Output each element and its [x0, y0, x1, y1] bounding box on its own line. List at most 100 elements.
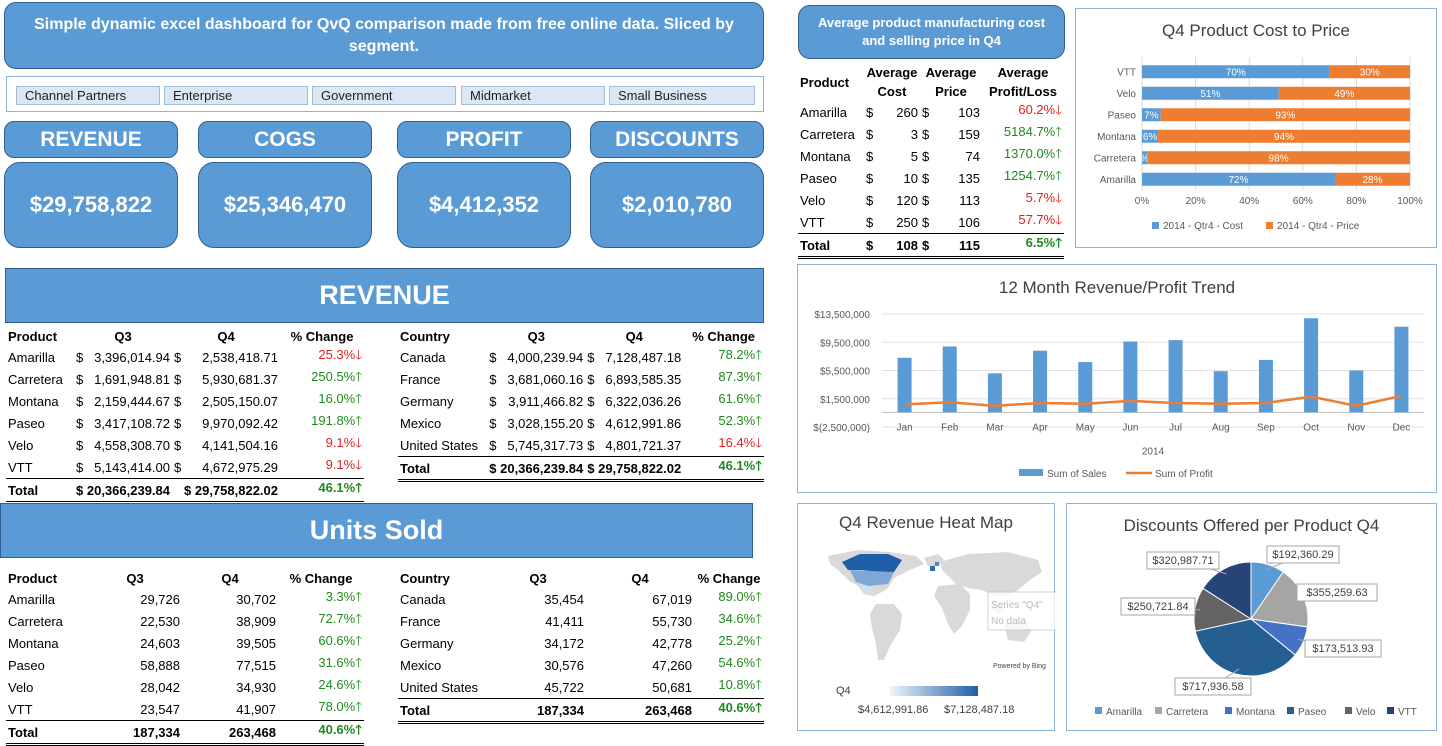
- q4-value: 2,538,418.71: [202, 349, 278, 365]
- q3-value: 3,396,014.94: [94, 349, 170, 365]
- legend-label: VTT: [1398, 707, 1417, 718]
- avg-cost-row: Carretera $3 $159 5184.7%🡑: [798, 123, 1064, 145]
- legend-profit: Sum of Profit: [1155, 469, 1213, 480]
- currency-symbol: $: [489, 371, 497, 387]
- dashboard-title: Simple dynamic excel dashboard for QvQ c…: [4, 2, 764, 69]
- avg-cost-row: Velo $120 $113 5.7%🡓: [798, 189, 1064, 211]
- row-name: Germany: [400, 393, 454, 409]
- pct-change: 25.2%🡑: [694, 632, 764, 654]
- up-arrow-icon: 🡑: [355, 413, 362, 428]
- y-tick-label: $1,500,000: [820, 395, 870, 406]
- up-arrow-icon: 🡑: [1055, 146, 1062, 161]
- units-section-header: Units Sold: [0, 503, 753, 558]
- currency-symbol: $: [174, 371, 182, 387]
- avg-profit-value: 1254.7%🡑: [982, 167, 1064, 189]
- currency-symbol: $: [489, 349, 497, 365]
- avg-total-price: 115: [934, 233, 982, 259]
- pie-data-label: $250,721.84: [1127, 601, 1188, 613]
- kpi-profit-value: $4,412,352: [397, 162, 571, 248]
- total-label: Total: [6, 720, 88, 746]
- q4-value: 9,970,092.42: [202, 415, 278, 431]
- currency-symbol: $: [587, 371, 595, 387]
- heat-map-chart: Q4 Revenue Heat Map Series "Q4" No data …: [797, 503, 1056, 731]
- q3-value: 5,745,317.73: [507, 437, 584, 453]
- legend-swatch: [1225, 707, 1232, 714]
- currency-symbol: $: [866, 148, 874, 164]
- x-tick-label: 0%: [1135, 196, 1150, 207]
- legend-swatch: [1287, 707, 1294, 714]
- total-row: Total 187,334 263,468 40.6%🡑: [398, 698, 764, 724]
- table-row: Mexico $3,028,155.20 $4,612,991.86 52.3%🡑: [398, 412, 764, 434]
- kpi-discounts-label: DISCOUNTS: [590, 121, 764, 158]
- pct-change-value: 61.6%: [718, 391, 756, 406]
- slicer-midmarket[interactable]: Midmarket: [461, 86, 605, 105]
- q3-value: 4,000,239.94: [507, 349, 584, 365]
- currency-symbol: $: [866, 214, 874, 230]
- slicer-small-business[interactable]: Small Business: [609, 86, 755, 105]
- q3-value: 29,726: [140, 591, 180, 607]
- pct-change: 16.0%🡑: [280, 390, 364, 412]
- slicer-government[interactable]: Government: [312, 86, 456, 105]
- q4-value: 6,893,585.35: [605, 371, 682, 387]
- total-pct-change-value: 46.1%: [718, 458, 756, 473]
- currency-symbol: $: [920, 233, 934, 259]
- pct-change-value: 3.3%: [325, 589, 356, 604]
- legend-label: Carretera: [1166, 707, 1209, 718]
- q4-value: 4,672,975.29: [202, 459, 278, 475]
- units-prod-header-q4: Q4: [221, 570, 239, 586]
- avg-profit-value-value: 1254.7%: [1003, 168, 1056, 183]
- revenue-section-header: REVENUE: [5, 268, 764, 323]
- q3-value: 30,576: [544, 657, 584, 673]
- currency-symbol: $: [174, 459, 182, 475]
- bar-data-label: 72%: [1228, 175, 1248, 186]
- avg-cost-title-text: Average product manufacturing cost and s…: [817, 15, 1046, 48]
- pct-change-value: 10.8%: [718, 677, 756, 692]
- currency-symbol: $: [866, 104, 874, 120]
- row-name: VTT: [8, 459, 33, 475]
- units-prod-header-q3: Q3: [126, 570, 144, 586]
- currency-symbol: $: [587, 415, 595, 431]
- bar-data-label: 51%: [1200, 89, 1220, 100]
- currency-symbol: $: [922, 170, 930, 186]
- legend-swatch-price: [1266, 222, 1273, 229]
- avg-price-value: 74: [965, 148, 980, 164]
- legend-swatch-sales: [1019, 469, 1043, 476]
- category-label: VTT: [1117, 67, 1136, 78]
- up-arrow-icon: 🡑: [355, 699, 362, 714]
- currency-symbol: $: [922, 126, 930, 142]
- row-name: Canada: [400, 591, 446, 607]
- down-arrow-icon: 🡓: [1055, 212, 1062, 227]
- legend-swatch: [1345, 707, 1352, 714]
- x-axis-title: 2014: [1142, 446, 1165, 457]
- up-arrow-icon: 🡑: [755, 611, 762, 626]
- bar-data-label: 94%: [1274, 132, 1294, 143]
- category-label: Paseo: [1108, 110, 1137, 121]
- up-arrow-icon: 🡑: [755, 700, 762, 715]
- pct-change: 31.6%🡑: [278, 654, 364, 676]
- kpi-profit-label: PROFIT: [397, 121, 571, 158]
- q4-value: 34,930: [236, 679, 276, 695]
- map-tooltip-nodata: No data: [991, 616, 1026, 627]
- table-row: Paseo 58,888 77,515 31.6%🡑: [6, 654, 364, 676]
- total-pct-change: 46.1%🡑: [683, 456, 764, 482]
- slicer-enterprise[interactable]: Enterprise: [164, 86, 308, 105]
- pct-change-value: 72.7%: [318, 611, 356, 626]
- avg-profit-value: 57.7%🡓: [982, 211, 1064, 234]
- rev-prod-header-q3: Q3: [114, 328, 132, 344]
- units-product-rows: Amarilla 29,726 30,702 3.3%🡑 Carretera 22,530…: [6, 588, 364, 746]
- units-product-table: Product Q3 Q4 % Change Amarilla 29,726 30,…: [6, 568, 364, 746]
- map-tooltip-series: Series "Q4": [991, 600, 1043, 611]
- x-tick-label: 40%: [1239, 196, 1259, 207]
- row-name: Paseo: [8, 415, 45, 431]
- units-country-table: Country Q3 Q4 % Change Canada 35,454 67,01…: [398, 568, 764, 724]
- table-row: Carretera 22,530 38,909 72.7%🡑: [6, 610, 364, 632]
- row-name: VTT: [8, 701, 33, 717]
- q4-value: 4,612,991.86: [605, 415, 682, 431]
- slicer-channel-partners[interactable]: Channel Partners: [16, 86, 160, 105]
- legend-price: 2014 - Qtr4 - Price: [1277, 221, 1360, 232]
- month-label: Nov: [1347, 422, 1365, 433]
- units-ctry-header-country: Country: [400, 570, 450, 586]
- y-tick-label: $5,500,000: [820, 367, 870, 378]
- pie-data-label: $320,987.71: [1152, 555, 1213, 567]
- currency-symbol: $: [922, 148, 930, 164]
